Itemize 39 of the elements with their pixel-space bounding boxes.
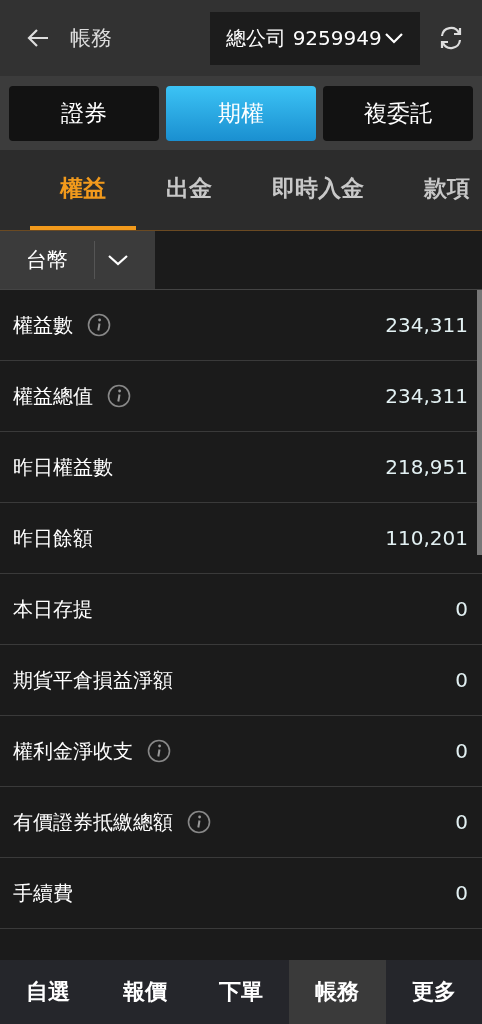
segment-button[interactable]: 複委託	[323, 85, 473, 141]
info-icon[interactable]	[87, 313, 111, 337]
row-label: 手續費	[13, 879, 73, 907]
row-label: 有價證券抵繳總額	[13, 808, 173, 836]
row-value: 0	[455, 739, 468, 763]
row-label: 昨日權益數	[13, 453, 113, 481]
row-value: 234,311	[385, 384, 468, 408]
row-label: 權益數	[13, 311, 73, 339]
row-value: 234,311	[385, 313, 468, 337]
nav-item[interactable]: 更多	[385, 960, 482, 1024]
row-value: 0	[455, 881, 468, 905]
row-value: 0	[455, 668, 468, 692]
account-dropdown[interactable]: 總公司 9259949	[210, 11, 420, 65]
row-value: 0	[455, 597, 468, 621]
nav-item[interactable]: 自選	[0, 960, 97, 1024]
refresh-icon	[438, 25, 464, 51]
tab[interactable]: 即時入金	[242, 150, 394, 230]
row-value: 110,201	[385, 526, 468, 550]
info-icon[interactable]	[187, 810, 211, 834]
nav-item[interactable]: 下單	[192, 960, 290, 1024]
row-label: 權利金淨收支	[13, 737, 133, 765]
nav-item[interactable]: 報價	[96, 960, 193, 1024]
info-icon[interactable]	[147, 739, 171, 763]
nav-item[interactable]: 帳務	[289, 960, 386, 1024]
page-title: 帳務	[70, 25, 113, 52]
row-label: 本日存提	[13, 595, 93, 623]
row-value: 0	[455, 810, 468, 834]
tab[interactable]: 款項	[394, 150, 470, 230]
row-label: 期貨平倉損益淨額	[13, 666, 173, 694]
row-label: 昨日餘額	[13, 524, 93, 552]
segment-button[interactable]: 證券	[9, 85, 159, 141]
info-icon[interactable]	[107, 384, 131, 408]
back-arrow-icon	[26, 28, 50, 48]
row-value: 218,951	[385, 455, 468, 479]
chevron-down-icon	[383, 31, 404, 45]
currency-dropdown[interactable]: 台幣	[0, 231, 155, 289]
row-label: 權益總值	[13, 382, 93, 410]
chevron-down-icon	[107, 253, 129, 267]
tab[interactable]: 出金	[136, 150, 242, 230]
